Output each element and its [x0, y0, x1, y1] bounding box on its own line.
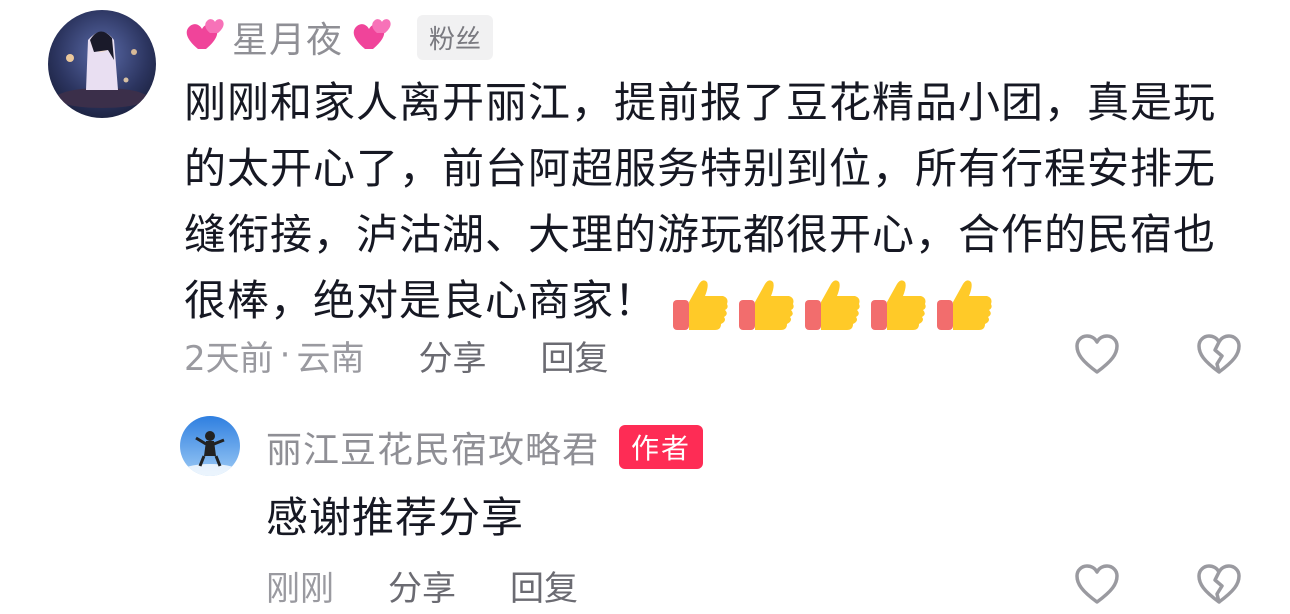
avatar[interactable] [180, 416, 240, 476]
reply-header: 丽江豆花民宿攻略君 作者 [266, 421, 704, 473]
comment-header: 星月夜 粉丝 [184, 10, 494, 64]
two-hearts-icon [184, 15, 224, 59]
separator-dot: · [279, 335, 291, 375]
share-button[interactable]: 分享 [418, 331, 486, 380]
username[interactable]: 丽江豆花民宿攻略君 [266, 421, 599, 473]
thumbs-up-icon [935, 274, 995, 334]
comment-meta: 2天前 · 云南 分享 回复 [184, 328, 608, 382]
heart-outline-icon[interactable] [1074, 562, 1120, 608]
comment-text: 刚刚和家人离开丽江，提前报了豆花精品小团，真是玩的太开心了，前台阿超服务特别到位… [184, 70, 1244, 334]
heart-outline-icon[interactable] [1074, 332, 1120, 378]
author-badge: 作者 [619, 425, 704, 469]
location: 云南 [296, 338, 365, 379]
fan-badge: 粉丝 [417, 14, 494, 60]
broken-heart-outline-icon[interactable] [1196, 332, 1242, 378]
two-hearts-icon [351, 15, 391, 59]
username[interactable]: 星月夜 [232, 11, 343, 63]
thumbs-up-emojis [671, 274, 995, 334]
reply-button[interactable]: 回复 [510, 561, 578, 610]
thumbs-up-icon [803, 274, 863, 334]
share-button[interactable]: 分享 [388, 561, 456, 610]
avatar[interactable] [48, 10, 156, 118]
reply-text: 感谢推荐分享 [266, 493, 525, 542]
timestamp: 刚刚 [266, 568, 334, 609]
comment-thread: 星月夜 粉丝 刚刚和家人离开丽江，提前报了豆花精品小团，真是玩的太开心了，前台阿… [0, 0, 1290, 614]
timestamp: 2天前 [184, 338, 274, 379]
thumbs-up-icon [737, 274, 797, 334]
reply-meta: 刚刚 分享 回复 [266, 560, 578, 610]
thumbs-up-icon [869, 274, 929, 334]
reply-button[interactable]: 回复 [540, 331, 608, 380]
broken-heart-outline-icon[interactable] [1196, 562, 1242, 608]
thumbs-up-icon [671, 274, 731, 334]
